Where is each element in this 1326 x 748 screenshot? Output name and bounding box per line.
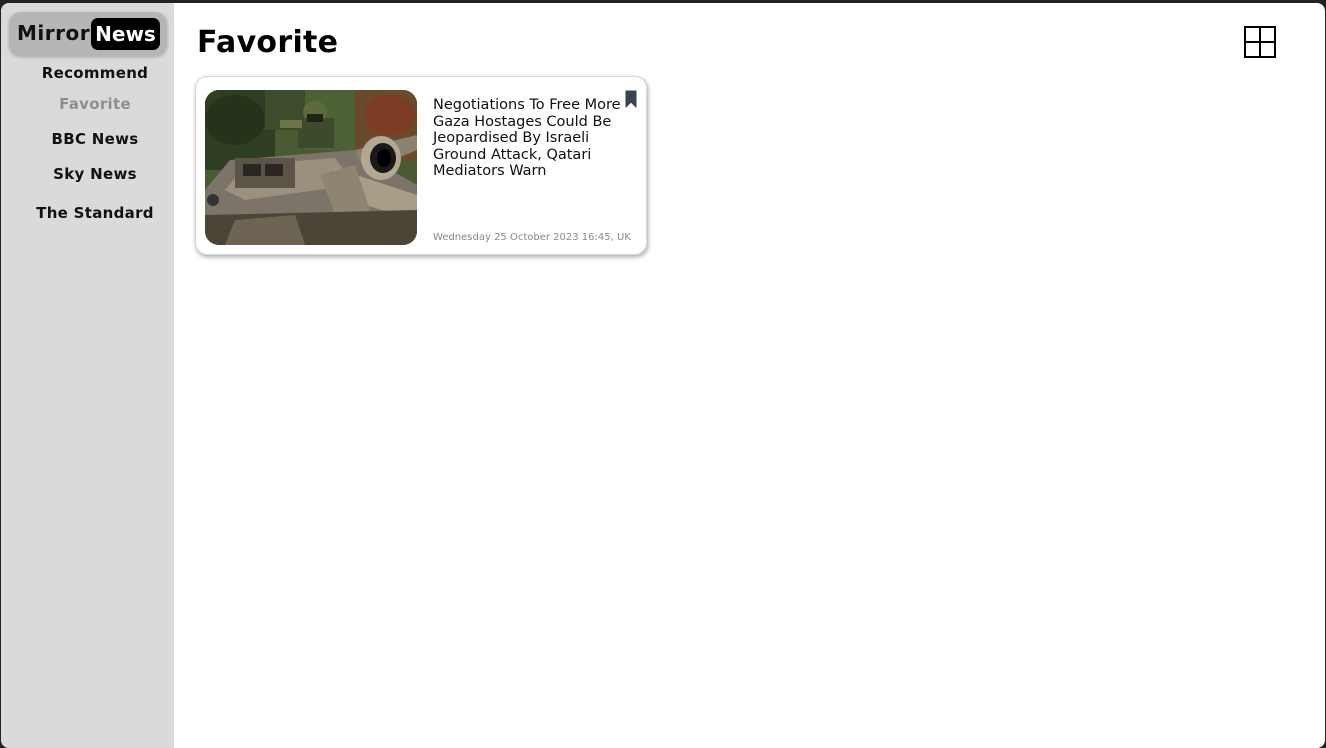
- app-window: Mirror News Recommend Favorite BBC News …: [1, 3, 1325, 748]
- sidebar-item-favorite[interactable]: Favorite: [1, 95, 189, 113]
- article-date: Wednesday 25 October 2023 16:45, UK: [433, 232, 631, 243]
- article-card[interactable]: Negotiations To Free More Gaza Hostages …: [195, 76, 647, 255]
- page-title: Favorite: [197, 25, 339, 60]
- sidebar-item-sky-news[interactable]: Sky News: [1, 165, 189, 183]
- sidebar-item-bbc-news[interactable]: BBC News: [1, 130, 189, 148]
- bookmark-icon[interactable]: [625, 90, 637, 108]
- logo-text-news: News: [91, 18, 160, 50]
- article-title[interactable]: Negotiations To Free More Gaza Hostages …: [433, 97, 633, 180]
- logo-text-mirror: Mirror: [17, 21, 91, 45]
- article-thumbnail: [205, 90, 417, 245]
- sidebar-item-the-standard[interactable]: The Standard: [1, 204, 189, 222]
- sidebar-item-recommend[interactable]: Recommend: [1, 64, 189, 82]
- app-logo[interactable]: Mirror News: [9, 12, 167, 56]
- sidebar: Mirror News Recommend Favorite BBC News …: [1, 3, 174, 748]
- grid-view-icon[interactable]: [1244, 26, 1276, 58]
